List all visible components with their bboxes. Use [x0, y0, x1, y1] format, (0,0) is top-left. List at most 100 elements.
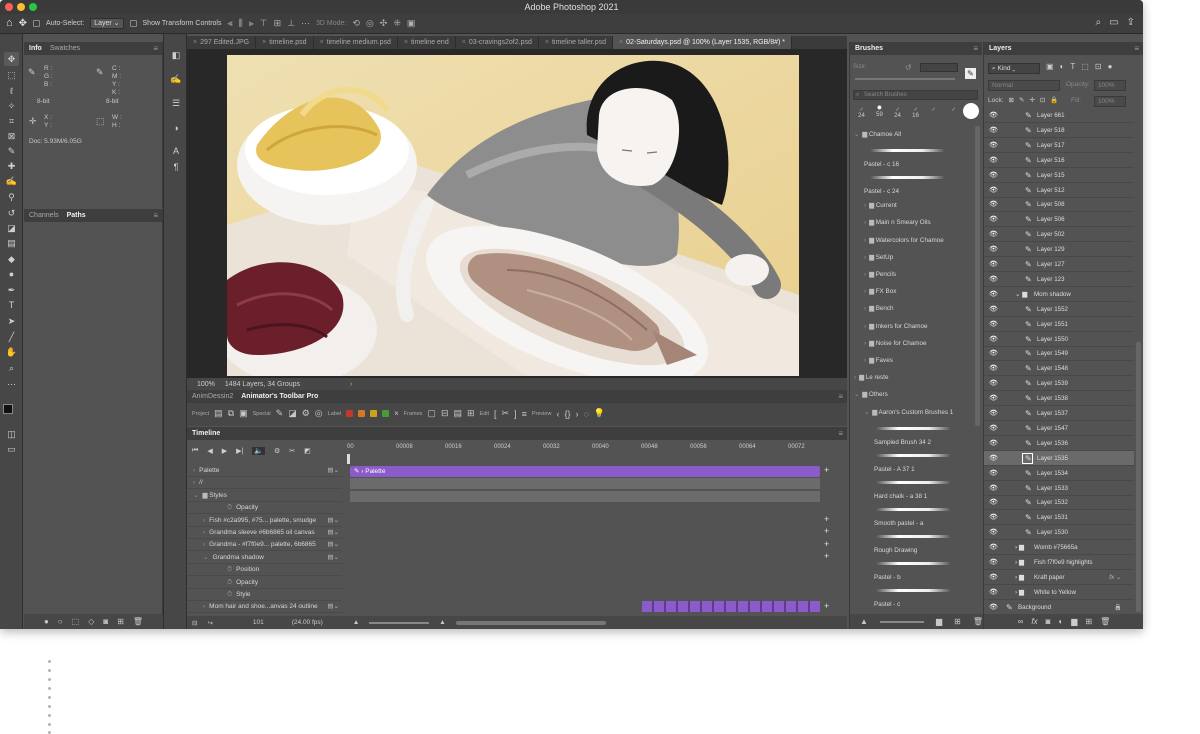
visibility-eye-icon[interactable]: 👁: [989, 406, 998, 421]
blend-mode-dropdown[interactable]: Normal: [988, 80, 1060, 91]
chevron-down-icon[interactable]: ⌄: [854, 391, 859, 398]
stopwatch-icon[interactable]: ⏱: [227, 504, 232, 511]
visibility-eye-icon[interactable]: 👁: [989, 540, 998, 555]
new-brush-icon[interactable]: ⊞: [954, 617, 961, 626]
timeline-row[interactable]: › Grandma sleeve #6b6865 oil canvas ▤⌄: [187, 527, 342, 539]
folder-icon[interactable]: ▆: [936, 617, 942, 626]
next-frame-icon[interactable]: ▶|: [236, 447, 243, 455]
close-tab-icon[interactable]: ×: [193, 39, 197, 46]
3d-rotate-icon[interactable]: ⟲: [352, 19, 360, 28]
brush-preset[interactable]: Pastel - c 16: [850, 143, 970, 170]
align-bottom-icon[interactable]: ⊥: [287, 19, 295, 28]
bracket-left-icon[interactable]: [: [494, 409, 497, 419]
visibility-eye-icon[interactable]: 👁: [989, 197, 998, 212]
bracket-right-icon[interactable]: ]: [514, 409, 517, 419]
type-tool-icon[interactable]: T: [4, 298, 19, 312]
align-left-icon[interactable]: ⫷: [228, 19, 233, 28]
doc-tab[interactable]: × 297 Edited.JPG: [187, 36, 257, 49]
brush-settings-icon[interactable]: ✍: [169, 72, 183, 86]
brush-layer-icon[interactable]: ✎: [1025, 525, 1032, 540]
chevron-right-icon[interactable]: ›: [864, 323, 866, 330]
folder-icon[interactable]: › ▆: [1015, 540, 1024, 555]
brush-group[interactable]: › ▆ SetUp: [850, 249, 970, 266]
playhead[interactable]: [347, 454, 350, 464]
brush-group[interactable]: › ▆ Le reste: [850, 369, 970, 386]
chevron-right-icon[interactable]: ›: [193, 467, 195, 474]
chevron-right-icon[interactable]: ›: [203, 529, 205, 536]
doc-tab[interactable]: × timeline.psd: [256, 36, 314, 49]
tab-layers[interactable]: Layers: [989, 45, 1012, 52]
brush-group[interactable]: › ▆ Pencils: [850, 266, 970, 283]
distribute-icon[interactable]: ⋯: [301, 19, 310, 28]
layer-row[interactable]: 👁 ✎ Layer 1548: [984, 361, 1134, 377]
quick-mask-icon[interactable]: ◫: [4, 427, 19, 441]
visibility-eye-icon[interactable]: 👁: [989, 123, 998, 138]
timeline-row[interactable]: ⌄ ▆ Styles: [187, 490, 342, 502]
save-icon[interactable]: ▣: [239, 408, 248, 419]
lasso-tool-icon[interactable]: ℓ: [4, 84, 19, 98]
prev-icon[interactable]: ‹: [556, 409, 559, 419]
prev-frame-icon[interactable]: ◀: [207, 447, 212, 455]
brush-layer-icon[interactable]: ✎: [1025, 272, 1032, 287]
track-menu-icon[interactable]: ▤⌄: [327, 601, 339, 612]
layer-row[interactable]: 👁 ✎ Layer 1537: [984, 406, 1134, 421]
fx-icon[interactable]: fx ⌄: [1109, 570, 1121, 585]
layer-group-row[interactable]: 👁 › ▆ Womb #75665a: [984, 540, 1134, 556]
visibility-eye-icon[interactable]: 👁: [989, 332, 998, 347]
status-menu-arrow[interactable]: ›: [350, 381, 352, 388]
layer-row[interactable]: 👁 ✎ Layer 1531: [984, 510, 1134, 526]
close-window-button[interactable]: [5, 3, 13, 11]
visibility-eye-icon[interactable]: 👁: [989, 183, 998, 198]
visibility-eye-icon[interactable]: 👁: [989, 436, 998, 451]
track-bar[interactable]: [350, 491, 820, 502]
search-icon[interactable]: ⌕: [1096, 18, 1102, 28]
align-top-icon[interactable]: ⊤: [260, 19, 268, 28]
folder-icon[interactable]: ⌄ ▆: [1015, 287, 1027, 302]
brush-layer-icon[interactable]: ✎: [1025, 346, 1032, 361]
visibility-eye-icon[interactable]: 👁: [989, 585, 998, 600]
visibility-eye-icon[interactable]: 👁: [989, 510, 998, 525]
chevron-right-icon[interactable]: ›: [864, 202, 866, 209]
layer-row[interactable]: 👁 ✎ Layer 502: [984, 227, 1134, 243]
frame-edit-icon[interactable]: ⊞: [467, 408, 475, 419]
hand-tool-icon[interactable]: ✋: [4, 345, 19, 359]
brush-layer-icon[interactable]: ✎: [1025, 168, 1032, 183]
chevron-right-icon[interactable]: ›: [864, 357, 866, 364]
layer-group-row[interactable]: 👁 › ▆ Kraft paper fx ⌄: [984, 570, 1134, 585]
layer-row[interactable]: 👁 ✎ Layer 512: [984, 183, 1134, 198]
workspace-icon[interactable]: ▭: [1109, 18, 1118, 28]
layer-row[interactable]: 👁 ✎ Layer 1533: [984, 481, 1134, 496]
brush-group[interactable]: › ▆ Main n Smeary Oils: [850, 214, 970, 231]
size-field[interactable]: [920, 63, 958, 72]
brush-group[interactable]: › ▆ Current: [850, 197, 970, 214]
brush-layer-icon[interactable]: ✎: [1025, 391, 1032, 406]
label-color-yellow[interactable]: [370, 410, 378, 417]
tab-channels[interactable]: Channels: [29, 212, 59, 219]
brush-scrollbar[interactable]: [975, 126, 980, 426]
layer-row[interactable]: 👁 ✎ Layer 1549: [984, 346, 1134, 362]
add-mask-icon[interactable]: ◙: [1046, 617, 1051, 626]
label-color-red[interactable]: [346, 410, 354, 417]
brush-layer-icon[interactable]: ✎: [1025, 466, 1032, 481]
track-menu-icon[interactable]: ▤⌄: [327, 552, 339, 563]
timeline-row[interactable]: › Fish #c2a995, #75... palette, smudge ▤⌄: [187, 515, 342, 527]
3d-scale-icon[interactable]: ▣: [407, 19, 416, 28]
visibility-eye-icon[interactable]: 👁: [989, 376, 998, 391]
gear-icon[interactable]: ⚙: [302, 408, 310, 419]
visibility-eye-icon[interactable]: 👁: [989, 421, 998, 436]
more-tools-icon[interactable]: ⋯: [4, 377, 19, 391]
panel-menu-icon[interactable]: ≡: [838, 429, 843, 438]
3d-slide-icon[interactable]: ⁜: [393, 19, 401, 28]
close-tab-icon[interactable]: ×: [262, 39, 266, 46]
layer-row[interactable]: 👁 ✎ Layer 123: [984, 272, 1134, 287]
brush-layer-icon[interactable]: ✎: [1025, 138, 1032, 153]
add-mask-icon[interactable]: ◙: [103, 617, 108, 626]
equals-icon[interactable]: ≡: [522, 409, 527, 419]
timeline-scrollbar[interactable]: [455, 620, 606, 625]
folder-icon[interactable]: › ▆: [1015, 555, 1024, 570]
layer-row[interactable]: 👁 ✎ Layer 1530: [984, 525, 1134, 541]
layer-row[interactable]: 👁 ✎ Layer 661: [984, 108, 1134, 123]
paragraph-icon[interactable]: ¶: [169, 160, 183, 174]
zoom-level[interactable]: 100%: [197, 381, 215, 388]
palette-clip[interactable]: ✎ › Palette: [350, 466, 820, 477]
